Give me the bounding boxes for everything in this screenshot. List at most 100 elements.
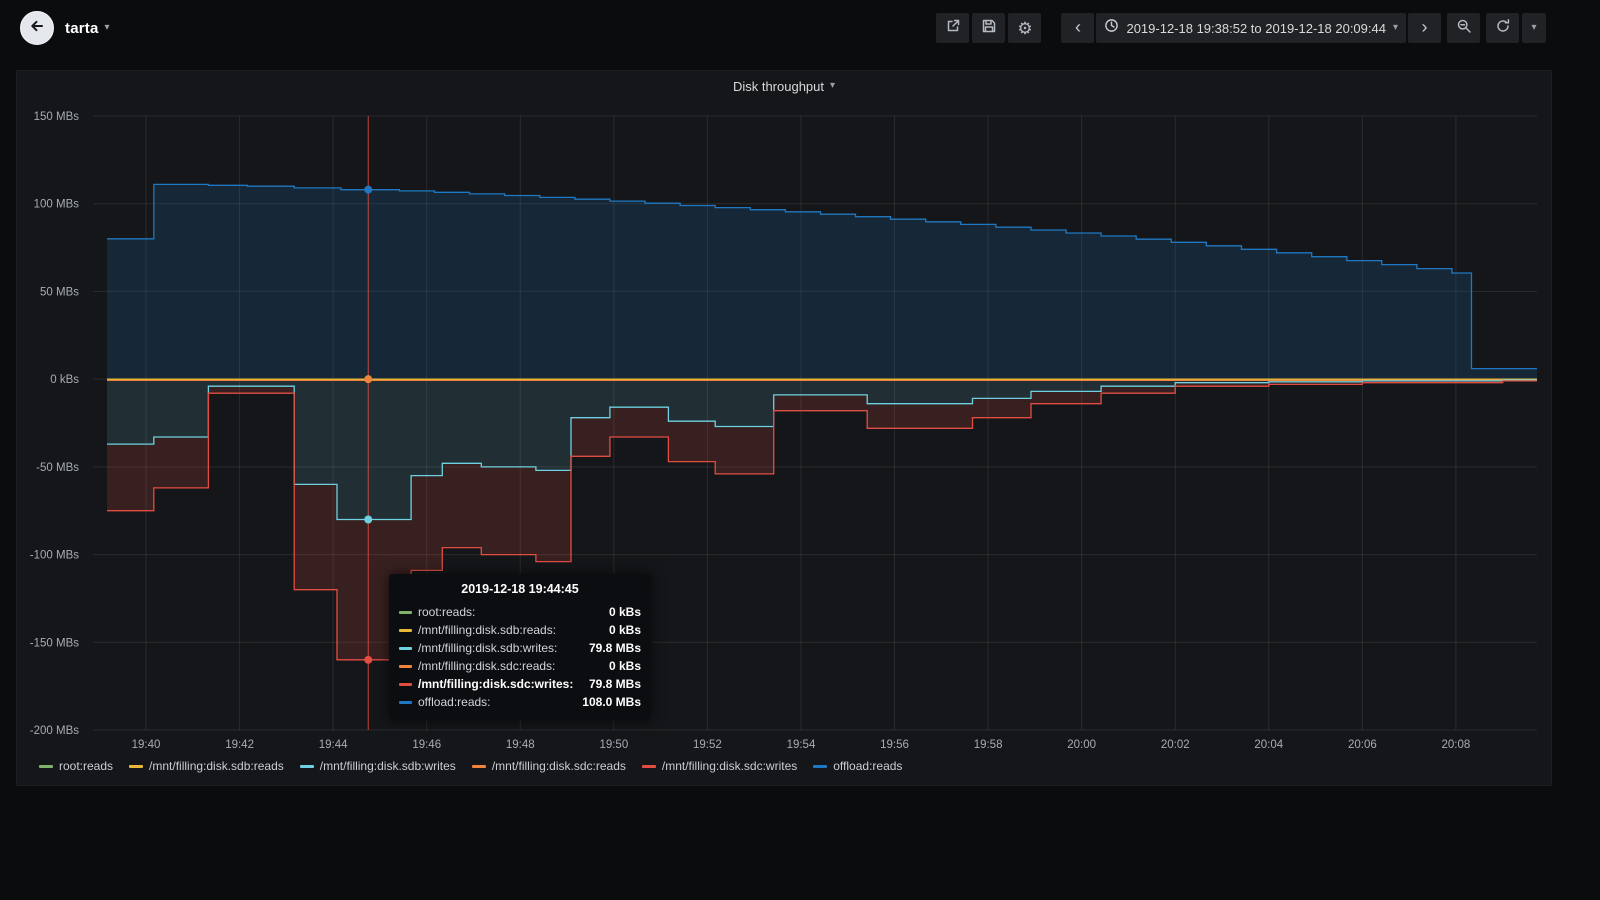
tooltip-series-label: /mnt/filling:disk.sdc:writes: [418, 677, 579, 691]
chevron-down-icon: ▾ [1531, 23, 1536, 33]
legend: root:reads/mnt/filling:disk.sdb:reads/mn… [39, 759, 902, 773]
x-axis-label: 19:42 [225, 739, 254, 751]
y-axis-label: 0 kBs [50, 374, 79, 386]
save-button[interactable] [972, 13, 1005, 43]
tooltip-row: /mnt/filling:disk.sdc:reads: 0 kBs [399, 657, 641, 675]
tooltip-series-label: /mnt/filling:disk.sdc:reads: [418, 659, 599, 673]
legend-series-label: /mnt/filling:disk.sdb:reads [149, 759, 284, 773]
graph-tooltip: 2019-12-18 19:44:45 root:reads:0 kBs/mnt… [389, 574, 651, 720]
legend-series-icon [642, 765, 656, 768]
floppy-disk-icon [981, 18, 997, 39]
panel-actions-group: ⚙ [936, 13, 1041, 43]
y-axis-label: -50 MBs [36, 462, 79, 474]
legend-item[interactable]: /mnt/filling:disk.sdb:reads [129, 759, 284, 773]
tooltip-series-value: 108.0 MBs [582, 695, 641, 709]
tooltip-series-icon [399, 611, 412, 614]
chevron-down-icon: ▾ [830, 81, 835, 91]
legend-item[interactable]: offload:reads [813, 759, 902, 773]
chevron-right-icon: › [1422, 18, 1428, 38]
refresh-interval-dropdown[interactable]: ▾ [1522, 13, 1546, 43]
legend-item[interactable]: /mnt/filling:disk.sdb:writes [300, 759, 456, 773]
settings-button[interactable]: ⚙ [1008, 13, 1041, 43]
zoom-out-button[interactable] [1447, 13, 1480, 43]
legend-series-label: /mnt/filling:disk.sdc:reads [492, 759, 626, 773]
x-axis-label: 20:04 [1254, 739, 1283, 751]
refresh-button[interactable] [1486, 13, 1519, 43]
panel-title: Disk throughput [733, 79, 824, 94]
navbar: tarta ▾ ⚙ [0, 0, 1600, 56]
chevron-left-icon: ‹ [1075, 18, 1081, 38]
tooltip-row: /mnt/filling:disk.sdb:writes: 79.8 MBs [399, 639, 641, 657]
tooltip-series-value: 79.8 MBs [589, 677, 641, 691]
tooltip-row: /mnt/filling:disk.sdc:writes: 79.8 MBs [399, 675, 641, 693]
legend-item[interactable]: /mnt/filling:disk.sdc:writes [642, 759, 797, 773]
tooltip-row: root:reads:0 kBs [399, 603, 641, 621]
tooltip-series-value: 0 kBs [609, 659, 641, 673]
legend-series-label: /mnt/filling:disk.sdc:writes [662, 759, 797, 773]
hover-dot [364, 375, 372, 383]
tooltip-timestamp: 2019-12-18 19:44:45 [399, 582, 641, 596]
time-forward-button[interactable]: › [1408, 13, 1441, 43]
clock-icon [1104, 18, 1119, 38]
time-range-label: 2019-12-18 19:38:52 to 2019-12-18 20:09:… [1126, 21, 1386, 36]
share-icon [945, 18, 961, 39]
tooltip-series-label: /mnt/filling:disk.sdb:writes: [418, 641, 579, 655]
chevron-down-icon: ▾ [105, 23, 110, 33]
panel-disk-throughput: Disk throughput ▾ 150 MBs100 MBs50 MBs0 … [16, 70, 1552, 786]
y-axis-label: -100 MBs [30, 550, 79, 562]
time-back-button[interactable]: ‹ [1061, 13, 1094, 43]
x-axis-label: 19:48 [506, 739, 535, 751]
x-axis-label: 20:08 [1442, 739, 1471, 751]
share-button[interactable] [936, 13, 969, 43]
time-range-button[interactable]: 2019-12-18 19:38:52 to 2019-12-18 20:09:… [1096, 13, 1406, 43]
x-axis-label: 19:50 [599, 739, 628, 751]
legend-item[interactable]: root:reads [39, 759, 113, 773]
legend-series-icon [39, 765, 53, 768]
x-axis-label: 20:00 [1067, 739, 1096, 751]
time-series-chart[interactable]: 150 MBs100 MBs50 MBs0 kBs-50 MBs-100 MBs… [17, 71, 1553, 787]
x-axis-label: 19:40 [132, 739, 161, 751]
arrow-left-icon [29, 18, 45, 39]
gear-icon: ⚙ [1017, 20, 1032, 37]
x-axis-label: 19:46 [412, 739, 441, 751]
navbar-left: tarta ▾ [20, 11, 110, 45]
tooltip-series-icon [399, 701, 412, 704]
tooltip-series-icon [399, 665, 412, 668]
legend-series-icon [129, 765, 143, 768]
y-axis-label: -150 MBs [30, 637, 79, 649]
y-axis-label: 150 MBs [34, 111, 80, 123]
legend-series-icon [813, 765, 827, 768]
hover-dot [364, 186, 372, 194]
x-axis-label: 20:02 [1161, 739, 1190, 751]
legend-series-label: offload:reads [833, 759, 902, 773]
x-axis-label: 19:52 [693, 739, 722, 751]
hover-dot [364, 515, 372, 523]
dashboard-title-button[interactable]: tarta ▾ [65, 20, 110, 37]
y-axis-label: -200 MBs [30, 725, 79, 737]
panel-header[interactable]: Disk throughput ▾ [17, 71, 1551, 101]
x-axis-label: 19:58 [974, 739, 1003, 751]
tooltip-series-icon [399, 683, 412, 686]
refresh-icon [1495, 18, 1511, 39]
tooltip-series-value: 79.8 MBs [589, 641, 641, 655]
tooltip-series-label: root:reads: [418, 605, 599, 619]
dashboard-title: tarta [65, 20, 99, 37]
legend-item[interactable]: /mnt/filling:disk.sdc:reads [472, 759, 626, 773]
x-axis-label: 19:44 [319, 739, 348, 751]
tooltip-series-value: 0 kBs [609, 623, 641, 637]
x-axis-label: 19:54 [787, 739, 816, 751]
tooltip-series-label: offload:reads: [418, 695, 572, 709]
tooltip-rows: root:reads:0 kBs/mnt/filling:disk.sdb:re… [399, 603, 641, 711]
tooltip-series-icon [399, 647, 412, 650]
tooltip-row: /mnt/filling:disk.sdb:reads:0 kBs [399, 621, 641, 639]
legend-series-icon [300, 765, 314, 768]
magnifier-icon [1456, 18, 1472, 39]
chevron-down-icon: ▾ [1393, 23, 1398, 33]
hover-dot [364, 656, 372, 664]
navbar-right: ⚙ ‹ 2019-12-18 19:38:52 to 2019-12-18 20… [936, 13, 1546, 43]
back-button[interactable] [20, 11, 54, 45]
legend-series-label: /mnt/filling:disk.sdb:writes [320, 759, 456, 773]
y-axis-label: 100 MBs [34, 199, 80, 211]
x-axis-label: 20:06 [1348, 739, 1377, 751]
legend-series-label: root:reads [59, 759, 113, 773]
